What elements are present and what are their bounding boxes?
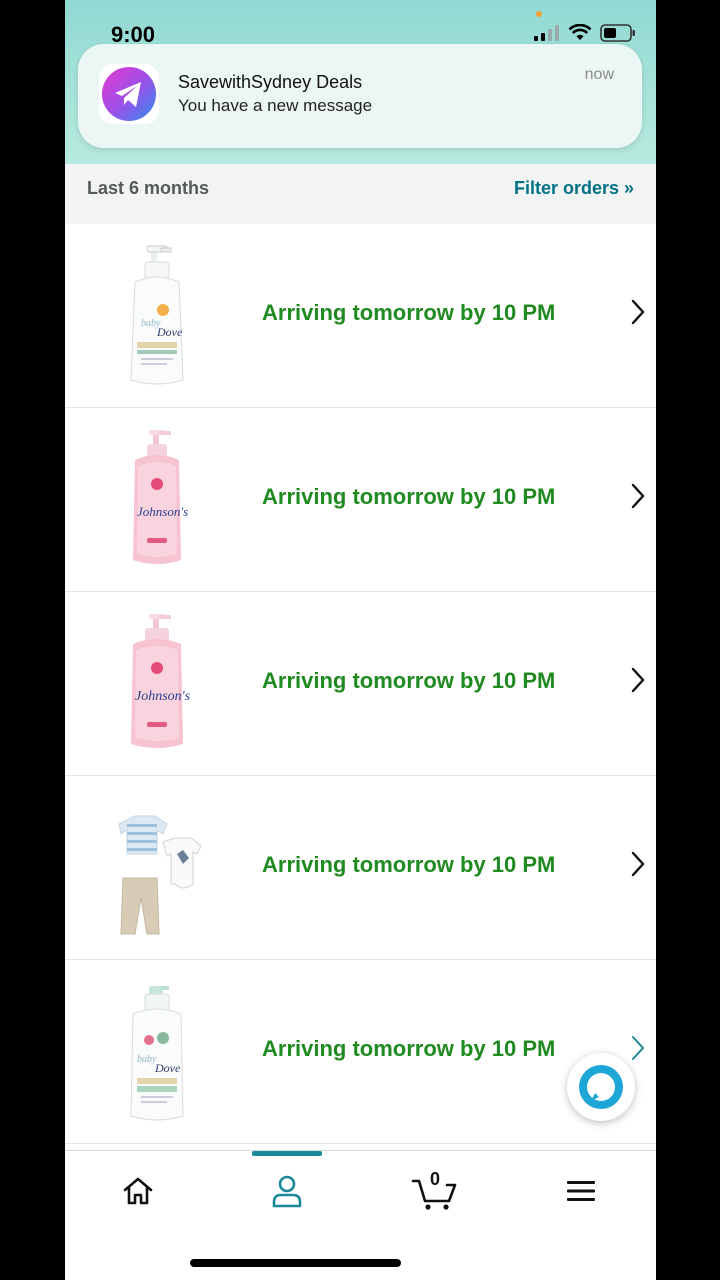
privacy-indicator-dot [536,11,542,17]
order-row[interactable]: baby Dove Arriving tomorrow by 10 PM [65,224,656,408]
notification-title: SavewithSydney Deals [178,72,363,92]
nav-menu[interactable] [551,1169,611,1213]
chevron-right-icon [631,667,645,693]
filter-bar: Last 6 months Filter orders » [65,164,656,224]
alexa-button[interactable] [567,1053,635,1121]
johnsons-pink-lotion-bottle-icon: Johnson's [133,430,188,564]
order-row[interactable]: Arriving tomorrow by 10 PM [65,776,656,960]
delivery-status: Arriving tomorrow by 10 PM [262,300,556,325]
notification-message: You have a new message [178,96,373,115]
delivery-status: Arriving tomorrow by 10 PM [262,1036,556,1061]
chevron-right-icon [631,483,645,509]
top-header: 9:00 SavewithSydney Deals You have a new… [65,0,656,164]
account-icon [272,1175,302,1208]
telegram-app-icon [99,64,159,124]
alexa-icon [579,1065,623,1109]
svg-text:baby: baby [137,1054,157,1065]
order-row[interactable]: baby Dove Arriving tomorrow by 10 PM [65,960,656,1144]
baby-dove-wash-bottle-icon: baby Dove [130,986,184,1121]
delivery-status: Arriving tomorrow by 10 PM [262,852,556,877]
baby-dove-lotion-bottle-icon: baby Dove [130,245,184,385]
svg-text:Dove: Dove [154,1061,181,1075]
home-icon [123,1177,153,1205]
filter-period-label: Last 6 months [87,178,210,198]
battery-icon [600,24,635,42]
active-tab-indicator [252,1151,322,1156]
cart-icon [411,1179,457,1210]
svg-text:Dove: Dove [156,325,183,339]
chevron-right-icon [631,851,645,877]
delivery-status: Arriving tomorrow by 10 PM [262,668,556,693]
nav-home[interactable] [108,1169,168,1213]
app-screen: 9:00 SavewithSydney Deals You have a new… [65,0,656,1280]
push-notification[interactable]: SavewithSydney Deals You have a new mess… [78,44,642,148]
cellular-signal-icon [534,25,559,41]
johnsons-pink-lotion-bottle-icon: Johnson's [131,614,191,748]
delivery-status: Arriving tomorrow by 10 PM [262,484,556,509]
wifi-icon [568,24,592,40]
nav-account[interactable] [257,1169,317,1213]
order-row[interactable]: Johnson's Arriving tomorrow by 10 PM [65,592,656,776]
filter-orders-link[interactable]: Filter orders » [514,178,634,199]
menu-icon [567,1181,595,1201]
svg-text:Johnson's: Johnson's [135,689,191,704]
nav-cart[interactable]: 0 [405,1169,465,1213]
svg-text:Johnson's: Johnson's [137,504,188,519]
order-row[interactable]: Johnson's Arriving tomorrow by 10 PM [65,408,656,592]
chevron-right-icon [631,299,645,325]
notification-time: now [584,66,614,83]
chevron-right-icon [632,1036,645,1060]
status-icons [534,24,636,42]
baby-clothing-set-icon [118,815,202,935]
home-indicator[interactable] [190,1259,401,1267]
